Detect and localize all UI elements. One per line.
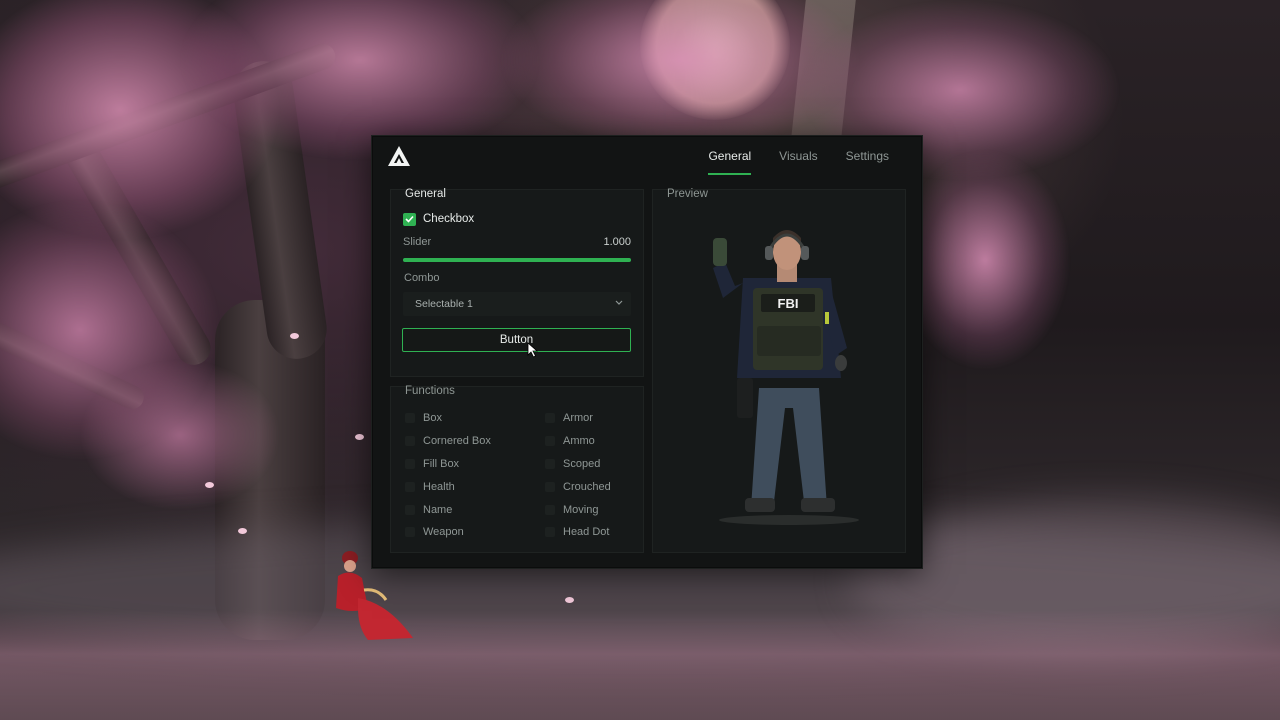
petal bbox=[290, 333, 299, 339]
slider-value: 1.000 bbox=[603, 236, 631, 248]
function-label: Cornered Box bbox=[423, 435, 491, 448]
checkbox-unchecked-icon bbox=[545, 458, 555, 469]
functions-panel: Functions Box Armor Cornered Box Ammo Fill B… bbox=[390, 385, 644, 553]
checkbox-unchecked-icon bbox=[405, 481, 415, 492]
checkbox-unchecked-icon bbox=[545, 504, 555, 515]
petal bbox=[205, 482, 214, 488]
tab-visuals[interactable]: Visuals bbox=[765, 137, 831, 177]
function-label: Moving bbox=[563, 503, 599, 516]
function-checkbox-fill-box[interactable]: Fill Box bbox=[405, 453, 545, 476]
panel-title-functions: Functions bbox=[405, 385, 455, 397]
combo-dropdown[interactable]: Selectable 1 bbox=[403, 292, 631, 316]
tab-bar: General Visuals Settings bbox=[694, 137, 903, 177]
function-checkbox-health[interactable]: Health bbox=[405, 475, 545, 498]
tab-general[interactable]: General bbox=[694, 137, 765, 177]
function-label: Ammo bbox=[563, 435, 595, 448]
petal bbox=[355, 434, 364, 440]
function-label: Head Dot bbox=[563, 526, 610, 539]
slider-fill bbox=[403, 258, 631, 262]
panel-title-general: General bbox=[405, 188, 446, 200]
function-checkbox-cornered-box[interactable]: Cornered Box bbox=[405, 430, 545, 453]
mouse-cursor-icon bbox=[527, 342, 539, 358]
function-checkbox-name[interactable]: Name bbox=[405, 498, 545, 521]
checkbox-unchecked-icon bbox=[405, 436, 415, 447]
panel-title-preview: Preview bbox=[667, 188, 708, 200]
checkbox-unchecked-icon bbox=[405, 458, 415, 469]
function-checkbox-armor[interactable]: Armor bbox=[545, 407, 645, 430]
function-checkbox-crouched[interactable]: Crouched bbox=[545, 475, 645, 498]
checkbox-unchecked-icon bbox=[405, 504, 415, 515]
petal bbox=[238, 528, 247, 534]
checkbox-unchecked-icon bbox=[405, 413, 415, 424]
checkbox[interactable]: Checkbox bbox=[403, 211, 474, 227]
checkbox-checked-icon bbox=[403, 212, 416, 226]
function-label: Armor bbox=[563, 412, 593, 425]
vest-text: FBI bbox=[778, 296, 799, 311]
function-checkbox-head-dot[interactable]: Head Dot bbox=[545, 521, 645, 544]
chevron-down-icon bbox=[615, 300, 623, 305]
triangle-logo-icon bbox=[388, 146, 410, 166]
blossom-cluster bbox=[80, 360, 280, 510]
function-checkbox-ammo[interactable]: Ammo bbox=[545, 430, 645, 453]
tab-settings[interactable]: Settings bbox=[832, 137, 903, 177]
checkbox-unchecked-icon bbox=[545, 436, 555, 447]
function-label: Box bbox=[423, 412, 442, 425]
cheat-menu-window: General Visuals Settings General Checkbo… bbox=[372, 136, 922, 568]
function-checkbox-weapon[interactable]: Weapon bbox=[405, 521, 545, 544]
slider[interactable] bbox=[403, 258, 631, 262]
function-label: Health bbox=[423, 480, 455, 493]
preview-panel: Preview FBI bbox=[652, 188, 906, 553]
checkbox-unchecked-icon bbox=[405, 527, 415, 538]
function-checkbox-scoped[interactable]: Scoped bbox=[545, 453, 645, 476]
agent-model-preview: FBI bbox=[713, 230, 859, 525]
combo-label: Combo bbox=[404, 272, 440, 284]
general-panel: General Checkbox Slider 1.000 Combo Sele… bbox=[390, 188, 644, 377]
checkbox-label: Checkbox bbox=[423, 213, 475, 225]
petal bbox=[565, 597, 574, 603]
checkbox-unchecked-icon bbox=[545, 481, 555, 492]
combo-selected-value: Selectable 1 bbox=[415, 298, 473, 310]
function-label: Crouched bbox=[563, 480, 611, 493]
function-checkbox-moving[interactable]: Moving bbox=[545, 498, 645, 521]
slider-label: Slider bbox=[403, 236, 432, 248]
function-checkbox-box[interactable]: Box bbox=[405, 407, 545, 430]
menu-topbar: General Visuals Settings bbox=[373, 137, 921, 177]
function-label: Weapon bbox=[423, 526, 464, 539]
function-label: Name bbox=[423, 503, 453, 516]
function-label: Scoped bbox=[563, 457, 601, 470]
function-label: Fill Box bbox=[423, 457, 460, 470]
checkbox-unchecked-icon bbox=[545, 527, 555, 538]
petal-ground bbox=[0, 610, 1280, 720]
functions-grid: Box Armor Cornered Box Ammo Fill Box Scoped He… bbox=[405, 407, 635, 544]
checkbox-unchecked-icon bbox=[545, 413, 555, 424]
button[interactable]: Button bbox=[402, 328, 631, 352]
blossom-cluster bbox=[900, 150, 1070, 370]
